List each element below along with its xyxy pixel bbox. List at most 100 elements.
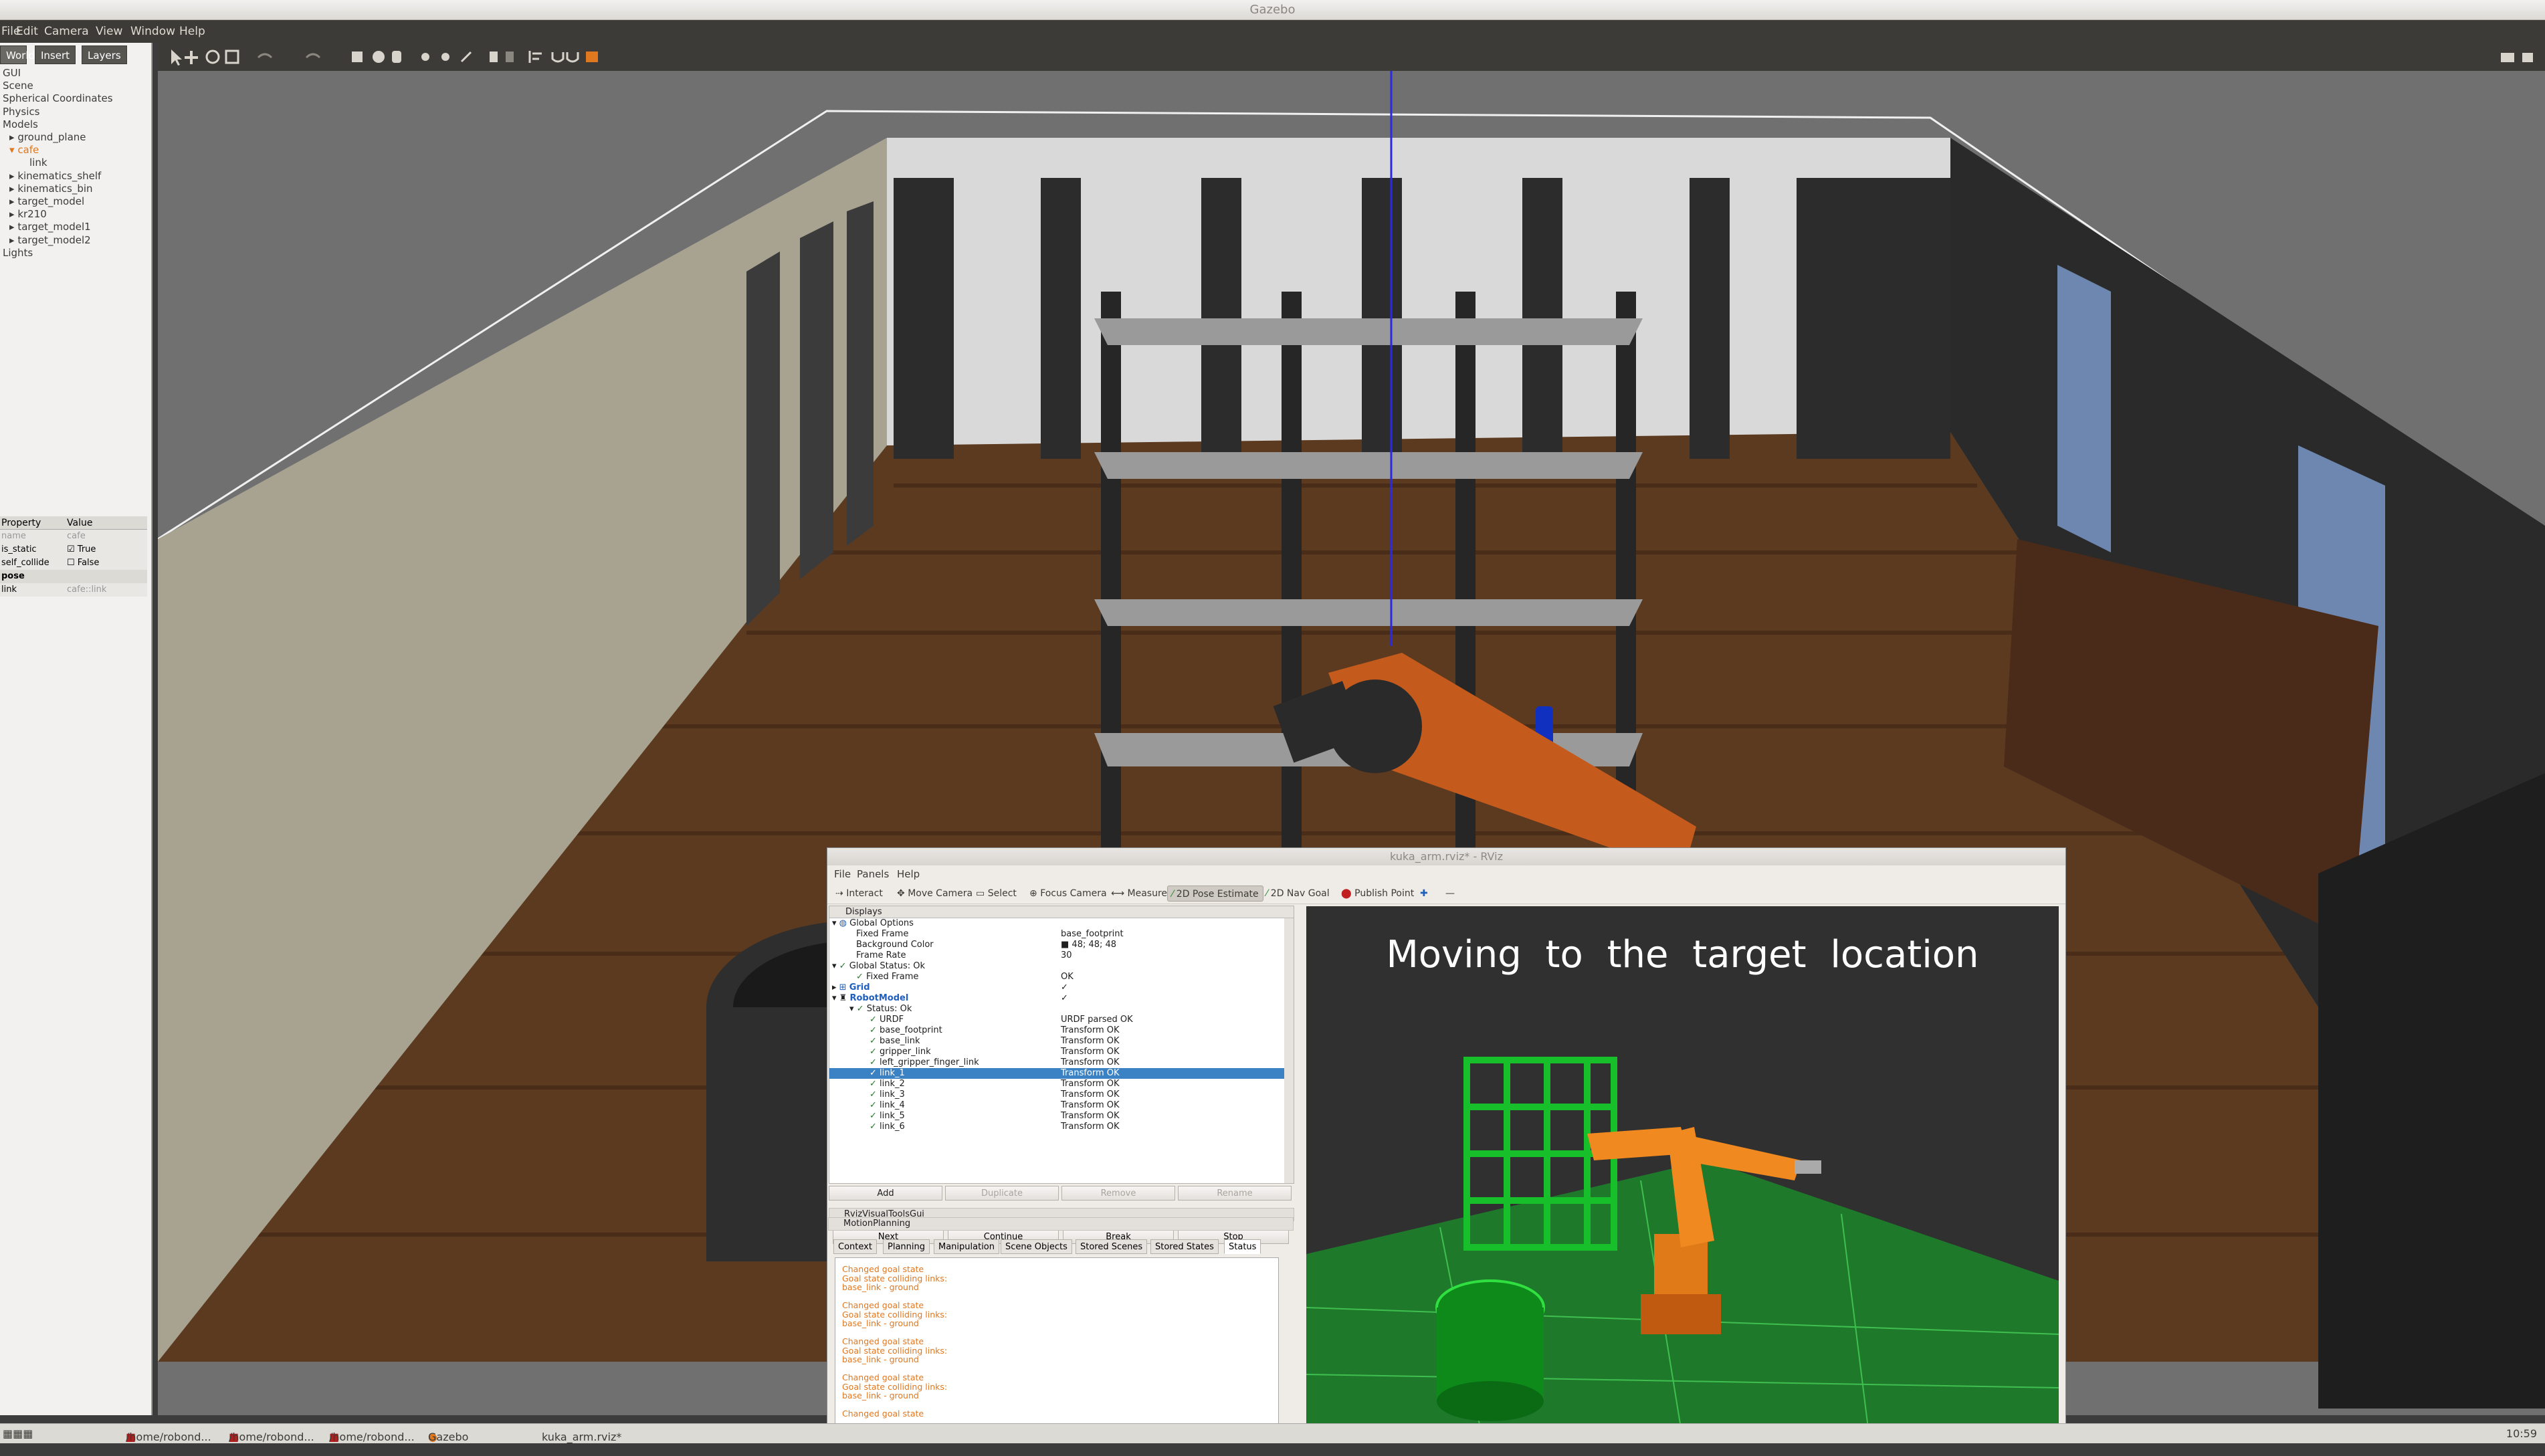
displays-tree[interactable]: ▾ ◍ Global Options Fixed Frame base_footp… bbox=[829, 918, 1284, 1183]
tab-insert[interactable]: Insert bbox=[35, 45, 76, 64]
tab-context[interactable]: Context bbox=[833, 1239, 877, 1254]
menu-window[interactable]: Window bbox=[130, 25, 175, 38]
tree-item[interactable]: ▸ target_model1 bbox=[3, 221, 113, 233]
tab-world[interactable]: World bbox=[0, 45, 35, 64]
display-row[interactable]: ✓ left_gripper_finger_link Transform OK bbox=[829, 1057, 1284, 1068]
tree-item-selected[interactable]: ▾ cafe bbox=[3, 144, 113, 157]
rviz-3d-view[interactable]: Moving to the target location bbox=[1306, 906, 2059, 1428]
cylinder-shape-icon bbox=[392, 51, 401, 63]
tab-scene-objects[interactable]: Scene Objects bbox=[1001, 1239, 1072, 1254]
tab-status[interactable]: Status bbox=[1224, 1239, 1261, 1254]
scene-toolbar bbox=[158, 43, 2545, 71]
focus-camera-icon: ⊕ bbox=[1029, 888, 1041, 899]
tree-item[interactable]: Spherical Coordinates bbox=[3, 92, 113, 105]
tab-planning[interactable]: Planning bbox=[883, 1239, 930, 1254]
tool-2d-pose-estimate[interactable]: ⁄ 2D Pose Estimate bbox=[1167, 886, 1263, 902]
display-row[interactable]: Frame Rate 30 bbox=[829, 950, 1284, 961]
display-row[interactable]: ✓ base_footprint Transform OK bbox=[829, 1025, 1284, 1036]
display-row[interactable]: ▾ ✓ Status: Ok bbox=[829, 1004, 1284, 1015]
tool-move-camera[interactable]: ✥ Move Camera bbox=[893, 886, 977, 902]
tree-item[interactable]: ▸ kr210 bbox=[3, 208, 113, 221]
magnet-icon bbox=[566, 52, 579, 63]
checkbox-icon[interactable]: ☐ bbox=[67, 558, 78, 568]
tab-stored-states[interactable]: Stored States bbox=[1150, 1239, 1219, 1254]
tree-item[interactable]: Lights bbox=[3, 247, 113, 259]
expand-arrow-icon[interactable]: ▸ bbox=[9, 170, 17, 182]
add-button[interactable]: Add bbox=[829, 1186, 942, 1201]
display-row[interactable]: ▾ ✓ Global Status: Ok bbox=[829, 961, 1284, 972]
tab-stored-scenes[interactable]: Stored Scenes bbox=[1076, 1239, 1148, 1254]
display-row[interactable]: ✓ link_4 Transform OK bbox=[829, 1100, 1284, 1111]
robot-icon: ♜ bbox=[839, 993, 847, 1003]
status-log[interactable]: Changed goal state Goal state colliding … bbox=[835, 1257, 1279, 1426]
tree-item[interactable]: ▸ ground_plane bbox=[3, 131, 113, 144]
display-row[interactable]: ✓ Fixed Frame OK bbox=[829, 972, 1284, 982]
display-row[interactable]: ✓ link_5 Transform OK bbox=[829, 1111, 1284, 1122]
expand-arrow-icon[interactable]: ▸ bbox=[9, 183, 17, 195]
tree-item[interactable]: ▸ kinematics_shelf bbox=[3, 170, 113, 183]
display-row[interactable]: ✓ link_6 Transform OK bbox=[829, 1122, 1284, 1132]
collapse-arrow-icon[interactable]: ▾ bbox=[9, 144, 17, 156]
prop-value[interactable]: ☐ False bbox=[67, 556, 99, 570]
remove-button[interactable]: Remove bbox=[1061, 1186, 1175, 1201]
display-row[interactable]: ✓ link_3 Transform OK bbox=[829, 1089, 1284, 1100]
menu-view[interactable]: View bbox=[96, 25, 122, 38]
menu-edit[interactable]: Edit bbox=[16, 25, 38, 38]
display-row[interactable]: ✓ URDF URDF parsed OK bbox=[829, 1015, 1284, 1025]
checkbox-icon[interactable]: ☑ bbox=[67, 544, 78, 554]
remove-tool-icon[interactable]: — bbox=[1441, 886, 1459, 902]
prop-key: self_collide bbox=[1, 558, 49, 568]
undo-icon bbox=[257, 53, 273, 59]
tool-measure[interactable]: ⟷ Measure bbox=[1107, 886, 1171, 902]
expand-arrow-icon[interactable]: ▸ bbox=[9, 221, 17, 233]
tool-interact[interactable]: ⇢ Interact bbox=[831, 886, 887, 902]
tool-publish-point[interactable]: ⬤ Publish Point bbox=[1337, 886, 1418, 902]
check-icon: ✓ bbox=[870, 1036, 877, 1046]
menu-camera[interactable]: Camera bbox=[44, 25, 89, 38]
display-row[interactable]: Fixed Frame base_footprint bbox=[829, 929, 1284, 940]
menu-help[interactable]: Help bbox=[179, 25, 205, 38]
tree-item-label: kr210 bbox=[17, 208, 47, 221]
display-row[interactable]: ✓ link_2 Transform OK bbox=[829, 1079, 1284, 1089]
add-tool-icon[interactable]: ✚ bbox=[1416, 886, 1432, 902]
camera-icon bbox=[2501, 53, 2514, 62]
tree-item[interactable]: ▸ target_model2 bbox=[3, 234, 113, 247]
display-buttons: Add Duplicate Remove Rename bbox=[829, 1186, 1294, 1202]
tree-item[interactable]: ▸ kinematics_bin bbox=[3, 183, 113, 195]
tree-item[interactable]: link bbox=[3, 157, 113, 169]
expand-arrow-icon[interactable]: ▸ bbox=[9, 195, 17, 207]
apps-icon[interactable]: ▦▦▦ bbox=[3, 1427, 33, 1440]
tool-select[interactable]: ▭ Select bbox=[972, 886, 1021, 902]
expand-arrow-icon[interactable]: ▸ bbox=[9, 208, 17, 220]
prop-value[interactable]: ☑ True bbox=[67, 543, 96, 556]
display-row[interactable]: ▸ ⊞ Grid ✓ bbox=[829, 982, 1284, 993]
rename-button[interactable]: Rename bbox=[1178, 1186, 1292, 1201]
tree-item[interactable]: GUI bbox=[3, 67, 113, 80]
display-row-selected[interactable]: ✓ link_1 Transform OK bbox=[829, 1068, 1284, 1079]
display-row[interactable]: ▾ ♜ RobotModel ✓ bbox=[829, 993, 1284, 1004]
tree-item[interactable]: Physics bbox=[3, 106, 113, 118]
rviz-menu-panels[interactable]: Panels bbox=[857, 868, 889, 880]
display-row[interactable]: ▾ ◍ Global Options bbox=[829, 918, 1284, 929]
rviz-menu-bar: File Panels Help bbox=[827, 865, 2065, 883]
point-light-icon bbox=[421, 53, 429, 61]
tab-manipulation[interactable]: Manipulation bbox=[934, 1239, 1000, 1254]
tree-item[interactable]: ▸ target_model bbox=[3, 195, 113, 208]
tab-layers[interactable]: Layers bbox=[82, 45, 127, 64]
display-row[interactable]: ✓ base_link Transform OK bbox=[829, 1036, 1284, 1047]
tool-focus-camera[interactable]: ⊕ Focus Camera bbox=[1025, 886, 1111, 902]
expand-arrow-icon[interactable]: ▸ bbox=[9, 131, 17, 143]
displays-scrollbar[interactable] bbox=[1284, 918, 1294, 1183]
rviz-menu-help[interactable]: Help bbox=[897, 868, 920, 880]
rotate-mode-icon bbox=[205, 49, 220, 64]
tree-item[interactable]: Scene bbox=[3, 80, 113, 92]
menu-bar: File Edit Camera View Window Help bbox=[0, 20, 2545, 43]
tree-item[interactable]: Models bbox=[3, 118, 113, 131]
rviz-menu-file[interactable]: File bbox=[834, 868, 851, 880]
expand-arrow-icon[interactable]: ▸ bbox=[9, 234, 17, 246]
display-row[interactable]: Background Color ■ 48; 48; 48 bbox=[829, 940, 1284, 950]
duplicate-button[interactable]: Duplicate bbox=[945, 1186, 1059, 1201]
status-line: Goal state colliding links: bbox=[842, 1309, 948, 1320]
display-row[interactable]: ✓ gripper_link Transform OK bbox=[829, 1047, 1284, 1057]
tool-2d-nav-goal[interactable]: ⁄ 2D Nav Goal bbox=[1262, 886, 1334, 902]
